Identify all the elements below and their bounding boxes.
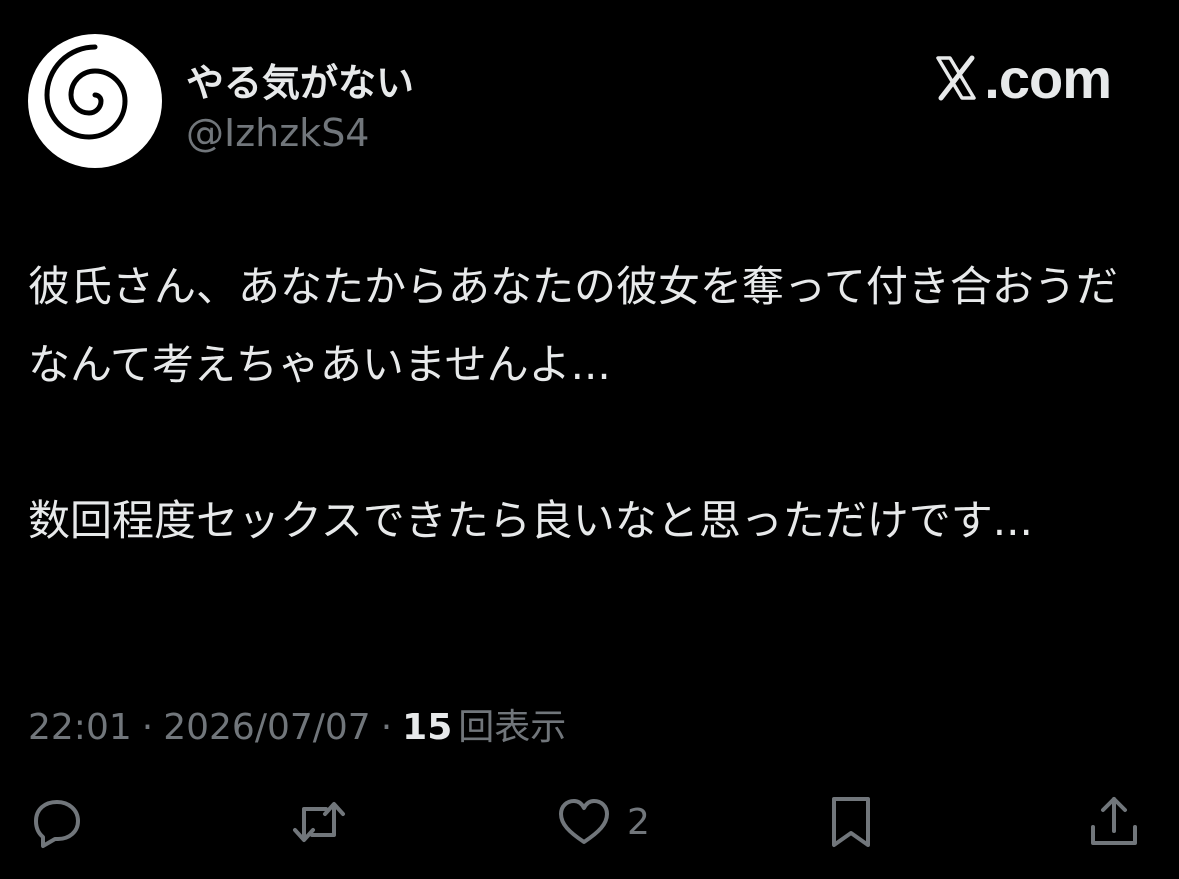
bookmark-button[interactable]: [822, 790, 880, 854]
avatar[interactable]: [28, 34, 162, 168]
tweet-date[interactable]: 2026/07/07: [163, 707, 371, 748]
bookmark-icon: [832, 797, 870, 847]
share-button[interactable]: [1085, 790, 1143, 854]
reply-icon: [34, 800, 80, 848]
like-button[interactable]: 2: [555, 790, 650, 854]
tweet-time[interactable]: 22:01: [28, 707, 132, 748]
meta-separator: ·: [141, 707, 154, 748]
action-bar: 2: [0, 790, 1179, 854]
user-handle[interactable]: @IzhzkS4: [186, 111, 370, 155]
tweet-text: 彼氏さん、あなたからあなたの彼女を奪って付き合おうだなんて考えちゃあいませんよ.…: [28, 262, 1118, 545]
meta-separator: ·: [380, 707, 393, 748]
spiral-icon: [44, 44, 128, 140]
views-count[interactable]: 15: [402, 707, 452, 748]
views-label[interactable]: 回表示: [458, 698, 566, 750]
reply-button[interactable]: [28, 790, 86, 854]
brand-domain: .com: [984, 46, 1112, 110]
like-count: 2: [627, 801, 650, 843]
tweet-card: やる気がない @IzhzkS4 .com 彼氏さん、あなたからあなたの彼女を奪っ…: [0, 0, 1179, 879]
heart-icon: [559, 799, 609, 844]
repost-icon: [293, 802, 345, 842]
brand-watermark: .com: [932, 46, 1112, 110]
x-logo-icon: [936, 55, 977, 101]
tweet-meta: 22:01 · 2026/07/07 · 15 回表示: [28, 698, 566, 750]
share-icon: [1091, 797, 1137, 845]
display-name[interactable]: やる気がない: [186, 52, 414, 107]
repost-button[interactable]: [290, 790, 348, 854]
